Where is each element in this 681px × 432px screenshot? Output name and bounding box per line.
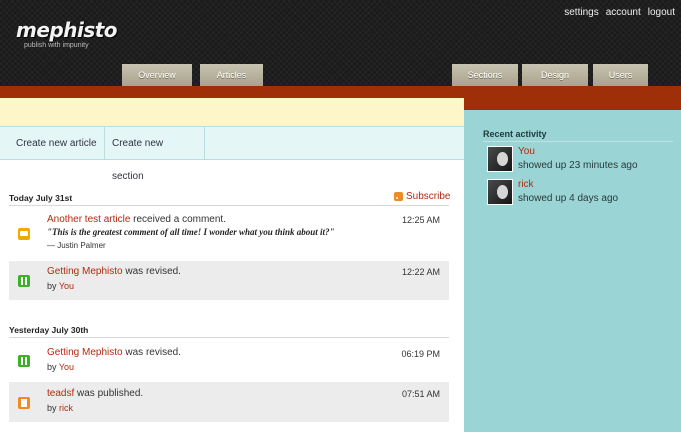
entry-text: was published. — [74, 388, 144, 399]
article-link[interactable]: Getting Mephisto — [47, 266, 123, 277]
entry-summary: Another test article received a comment. — [47, 214, 226, 225]
entry-summary: teadsf was published. — [47, 388, 143, 399]
action-bar: Create new article Create new section — [0, 126, 464, 182]
logo-tagline: publish with impunity — [24, 42, 89, 49]
recent-time: showed up 23 minutes ago — [518, 160, 638, 171]
day-heading-yesterday: Yesterday July 30th — [9, 325, 89, 335]
entry-text: was revised. — [122, 266, 181, 277]
avatar[interactable] — [487, 146, 513, 172]
header: mephisto publish with impunity settings … — [0, 0, 681, 86]
settings-link[interactable]: settings — [564, 7, 598, 18]
entry-time: 06:19 PM — [401, 349, 440, 359]
article-link[interactable]: teadsf — [47, 388, 74, 399]
logout-link[interactable]: logout — [648, 7, 675, 18]
tab-articles[interactable]: Articles — [200, 64, 263, 86]
create-article-button[interactable]: Create new article — [0, 127, 105, 160]
logo[interactable]: mephisto publish with impunity — [16, 18, 118, 50]
tab-users[interactable]: Users — [593, 64, 648, 86]
logo-text: mephisto — [16, 18, 118, 42]
recent-item: rick showed up 4 days ago — [487, 179, 672, 207]
activity-entry: Getting Mephisto was revised. by You 06:… — [9, 341, 449, 380]
by-label: by — [47, 281, 59, 291]
by-label: by — [47, 362, 59, 372]
sidebar: Recent activity You showed up 23 minutes… — [464, 110, 681, 432]
user-link[interactable]: You — [59, 362, 74, 372]
recent-time: showed up 4 days ago — [518, 193, 619, 204]
notice-bar — [0, 98, 464, 126]
comment-author: — Justin Palmer — [47, 241, 106, 250]
account-link[interactable]: account — [606, 7, 641, 18]
entry-byline: by rick — [47, 403, 73, 413]
tab-design[interactable]: Design — [522, 64, 588, 86]
entry-time: 12:25 AM — [401, 215, 440, 225]
recent-divider — [483, 141, 673, 142]
revision-icon — [18, 355, 30, 367]
sidebar-top-bar — [464, 98, 681, 110]
comment-icon — [18, 228, 30, 240]
rss-icon — [394, 192, 403, 201]
article-link[interactable]: Another test article — [47, 214, 130, 225]
revision-icon — [18, 275, 30, 287]
recent-user-link[interactable]: rick — [518, 179, 534, 190]
activity-entry: teadsf was published. by rick 07:51 AM — [9, 382, 449, 422]
entry-summary: Getting Mephisto was revised. — [47, 266, 181, 277]
entry-summary: Getting Mephisto was revised. — [47, 347, 181, 358]
entry-text: received a comment. — [130, 214, 226, 225]
by-label: by — [47, 403, 60, 413]
day-divider — [9, 205, 449, 206]
tab-overview[interactable]: Overview — [122, 64, 192, 86]
day-heading-today: Today July 31st — [9, 193, 73, 203]
recent-item: You showed up 23 minutes ago — [487, 146, 672, 174]
top-links: settings account logout — [564, 7, 675, 18]
entry-byline: by You — [47, 362, 74, 372]
recent-activity-title: Recent activity — [483, 129, 547, 139]
tab-sections[interactable]: Sections — [452, 64, 518, 86]
article-link[interactable]: Getting Mephisto — [47, 347, 123, 358]
user-link[interactable]: You — [59, 281, 74, 291]
user-link[interactable]: rick — [59, 403, 73, 413]
entry-text: was revised. — [122, 347, 181, 358]
entry-byline: by You — [47, 281, 74, 291]
create-section-button[interactable]: Create new section — [105, 127, 205, 182]
header-divider-bar — [0, 86, 681, 98]
subscribe-link[interactable]: Subscribe — [394, 191, 450, 202]
day-divider — [9, 337, 449, 338]
avatar[interactable] — [487, 179, 513, 205]
entry-time: 07:51 AM — [401, 389, 440, 399]
activity-entry: Another test article received a comment.… — [9, 208, 449, 260]
comment-quote: "This is the greatest comment of all tim… — [47, 227, 335, 237]
subscribe-label: Subscribe — [406, 191, 451, 202]
publish-icon — [18, 397, 30, 409]
entry-time: 12:22 AM — [401, 267, 440, 277]
activity-entry: Getting Mephisto was revised. by You 12:… — [9, 261, 449, 300]
recent-user-link[interactable]: You — [518, 146, 535, 157]
